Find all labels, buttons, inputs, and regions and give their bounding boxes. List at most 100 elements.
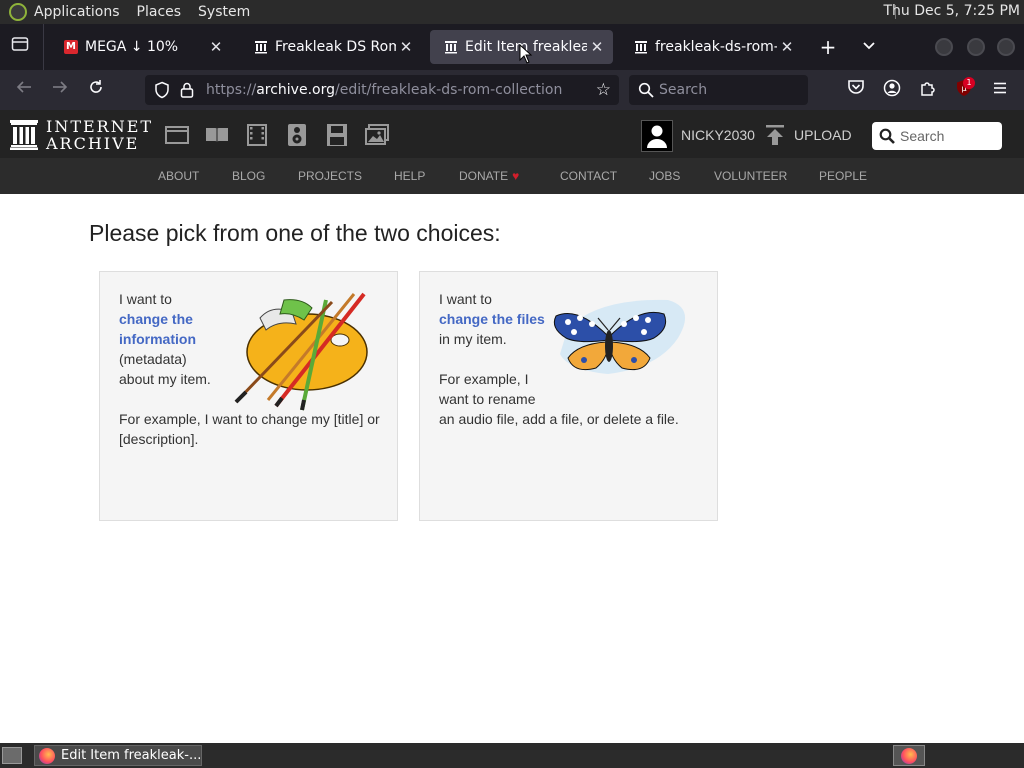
card-prefix: I want to [439,291,492,307]
card-prefix: I want to [119,291,172,307]
nav-projects[interactable]: PROJECTS [298,169,362,183]
change-files-link[interactable]: change the files [439,311,545,327]
maximize-window-button[interactable] [967,38,985,56]
app-menu-button[interactable] [989,79,1011,101]
user-icon [647,125,667,148]
tab-freakleak-collection[interactable]: Freakleak DS Rom Col ✕ [240,30,422,64]
close-window-button[interactable] [997,38,1015,56]
avatar[interactable] [641,120,673,152]
upload-icon[interactable] [764,124,786,146]
list-all-tabs-button[interactable] [858,36,880,58]
nav-blog[interactable]: BLOG [232,169,265,183]
web-icon[interactable] [165,124,189,146]
paint-palette-icon [234,292,368,411]
workspace-switcher[interactable] [893,745,925,766]
taskbar-window-title: Edit Item freakleak-... [61,748,201,763]
search-icon [638,82,654,98]
internet-archive-logo-icon[interactable] [10,120,38,150]
close-tab-icon[interactable]: ✕ [587,37,607,57]
firefox-icon [39,747,55,764]
minimize-window-button[interactable] [935,38,953,56]
ia-search-box[interactable] [872,122,1002,150]
card-example: For example, I want to change my [title]… [119,411,380,447]
tab-title: MEGA ↓ 10% [85,39,179,55]
firefox-view-icon [11,37,29,51]
arrow-right-icon [53,81,68,93]
bookmark-star-icon[interactable]: ☆ [596,80,611,100]
url-scheme: https:// [206,82,257,98]
video-icon[interactable] [245,124,269,146]
metadata-choice-card[interactable]: I want to change the information (metada… [99,271,398,521]
close-tab-icon[interactable]: ✕ [777,37,797,57]
tracking-protection-shield-icon[interactable] [153,81,171,99]
card-suffix: in my item. [439,331,507,347]
extension-badge: 1 [963,77,975,89]
reload-button[interactable] [85,79,107,101]
puzzle-piece-icon [921,82,935,96]
account-icon [883,79,901,97]
audio-icon[interactable] [285,124,309,146]
bottom-taskbar: Edit Item freakleak-... [0,743,1024,768]
example-line: want to rename [439,391,536,407]
ia-search-input[interactable] [900,126,996,146]
ia-wordmark[interactable]: INTERNET ARCHIVE [46,118,153,152]
clock[interactable]: Thu Dec 5, 7:25 PM [883,3,1020,19]
heart-icon: ♥ [512,169,520,183]
top-panel: Applications Places System Thu Dec 5, 7:… [0,0,1024,24]
firefox-icon [901,748,917,764]
ia-nav-bar: ABOUT BLOG PROJECTS HELP DONATE ♥ CONTACT… [0,158,1024,194]
pocket-button[interactable] [845,79,867,101]
forward-button[interactable] [49,79,71,101]
browser-search-input[interactable] [659,80,799,100]
texts-icon[interactable] [205,124,229,146]
tab-freakleak-rom-coll[interactable]: freakleak-ds-rom-coll ✕ [620,30,803,64]
nav-jobs[interactable]: JOBS [649,169,680,183]
menu-system[interactable]: System [198,4,250,20]
change-information-link[interactable]: change the information [119,311,196,347]
upload-link[interactable]: UPLOAD [794,127,852,143]
address-bar[interactable]: https://archive.org/edit/freakleak-ds-ro… [145,75,619,105]
menu-places[interactable]: Places [137,4,182,20]
card-suffix: (metadata) [119,351,187,367]
wordmark-line1: INTERNET [46,117,154,136]
nav-people[interactable]: PEOPLE [819,169,867,183]
wordmark-line2: ARCHIVE [46,134,140,153]
example-line: an audio file, add a file, or delete a f… [439,411,679,427]
distro-logo-icon[interactable] [9,3,27,21]
ia-header: INTERNET ARCHIVE NICKY2030 UPLOAD [0,110,1024,158]
nav-help[interactable]: HELP [394,169,425,183]
images-icon[interactable] [365,124,389,146]
back-button[interactable] [13,79,35,101]
nav-donate-label: DONATE [459,169,509,183]
nav-donate[interactable]: DONATE ♥ [459,169,519,183]
username[interactable]: NICKY2030 [681,127,755,143]
url-text[interactable]: https://archive.org/edit/freakleak-ds-ro… [206,82,562,98]
show-desktop-button[interactable] [2,747,22,764]
extensions-button[interactable] [917,79,939,101]
tab-strip: M MEGA ↓ 10% ✕ Freakleak DS Rom Col ✕ Ed… [0,24,1024,70]
tab-title: Freakleak DS Rom Col [275,39,396,55]
navigation-toolbar: https://archive.org/edit/freakleak-ds-ro… [0,70,1024,110]
nav-volunteer[interactable]: VOLUNTEER [714,169,787,183]
internet-archive-icon [255,41,267,54]
account-button[interactable] [881,79,903,101]
mouse-cursor-icon [519,44,533,64]
tab-divider [43,24,44,70]
close-tab-icon[interactable]: ✕ [396,37,416,57]
taskbar-window-item[interactable]: Edit Item freakleak-... [34,745,202,766]
pocket-icon [848,80,864,94]
files-choice-card[interactable]: I want to change the files in my item. F… [419,271,718,521]
close-tab-icon[interactable]: ✕ [206,37,226,57]
card-suffix: about my item. [119,371,211,387]
tab-mega[interactable]: M MEGA ↓ 10% ✕ [50,30,232,64]
nav-contact[interactable]: CONTACT [560,169,617,183]
chevron-down-icon [863,42,875,50]
menu-applications[interactable]: Applications [34,4,120,20]
lock-icon[interactable] [179,81,195,99]
new-tab-button[interactable]: + [817,36,839,58]
browser-search-bar[interactable] [629,75,808,105]
nav-about[interactable]: ABOUT [158,169,199,183]
firefox-view-button[interactable] [8,36,32,58]
software-icon[interactable] [325,124,349,146]
reload-icon [90,80,102,93]
